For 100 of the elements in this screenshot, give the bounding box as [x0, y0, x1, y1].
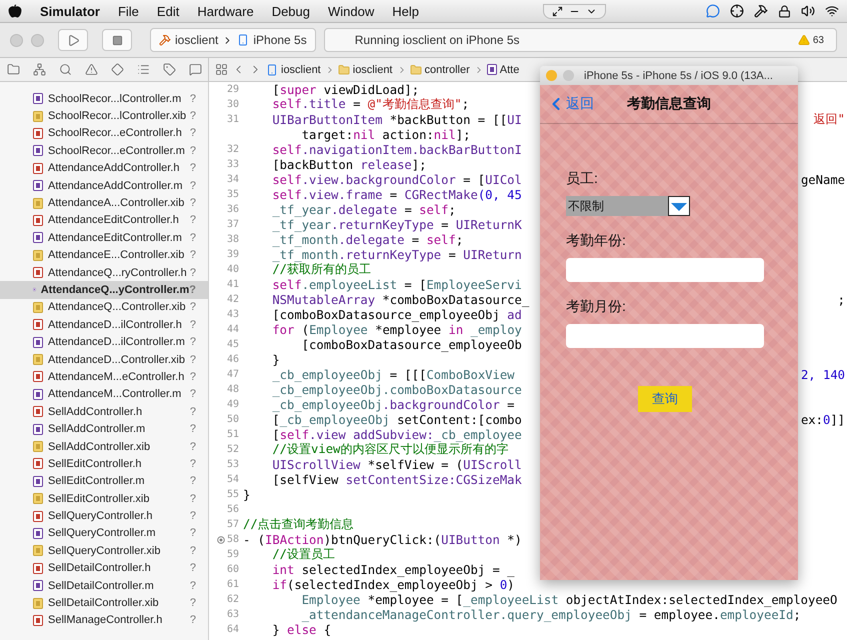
code-line: if(selectedIndex_employeeObj > 0) — [271, 578, 515, 592]
diamond-icon[interactable] — [110, 63, 124, 76]
window-close-dot[interactable] — [10, 34, 23, 46]
project-navigator-row[interactable]: SellManageController.h ? — [0, 612, 208, 630]
lock-icon[interactable] — [778, 4, 791, 18]
target-icon[interactable] — [730, 4, 744, 18]
project-navigator-row[interactable]: AttendanceQ...ryController.h ? — [0, 264, 208, 282]
project-navigator-row[interactable]: SellEditController.xib ? — [0, 490, 208, 508]
project-navigator-row[interactable]: SchoolRecor...eController.m ? — [0, 142, 208, 160]
project-navigator-row[interactable]: AttendanceQ...Controller.xib ? — [0, 298, 208, 316]
code-line: Employee *employee = [_employeeList objectAtIndex:selectedIndex_employeeO — [300, 592, 838, 606]
warning-icon[interactable] — [84, 63, 98, 76]
project-navigator-row[interactable]: AttendanceM...eController.h ? — [0, 368, 208, 386]
line-number: 52 — [226, 444, 239, 455]
scheme-selector[interactable]: iosclient iPhone 5s — [150, 28, 316, 52]
field-label: 考勤年份: — [566, 232, 627, 250]
project-navigator-row[interactable]: SellAddController.h ? — [0, 403, 208, 420]
volume-icon[interactable] — [801, 4, 815, 18]
chat-icon[interactable] — [706, 4, 720, 18]
file-icon — [33, 388, 43, 400]
line-number: 63 — [226, 609, 239, 620]
input-field[interactable] — [566, 324, 764, 348]
project-navigator-row[interactable]: SellQueryController.m ? — [0, 524, 208, 542]
project-navigator-row[interactable]: AttendanceEditController.h ? — [0, 212, 208, 230]
status-mark: ? — [190, 144, 196, 157]
code-line: [super viewDidLoad]; — [271, 82, 420, 96]
employee-dropdown[interactable]: 不限制 — [566, 196, 690, 216]
project-navigator-row[interactable]: SellEditController.m ? — [0, 472, 208, 490]
project-navigator-row[interactable]: SellEditController.h ? — [0, 455, 208, 473]
project-navigator-row[interactable]: AttendanceEditController.m ? — [0, 229, 208, 247]
file-icon — [33, 424, 43, 435]
project-navigator-row[interactable]: SchoolRecor...eController.h ? — [0, 124, 208, 142]
tag-icon[interactable] — [162, 63, 176, 76]
project-navigator-row[interactable]: SellDetailController.m ? — [0, 576, 208, 594]
apple-icon[interactable] — [8, 4, 22, 18]
status-mark: ? — [190, 527, 196, 540]
menu-item[interactable]: Debug — [272, 4, 310, 18]
menu-item[interactable]: Help — [392, 4, 419, 18]
code-fragment: geName — [800, 172, 846, 186]
zoom-dot[interactable] — [563, 70, 574, 81]
project-navigator-row[interactable]: AttendanceAddController.h ? — [0, 160, 208, 177]
project-navigator-row[interactable]: SellDetailController.xib ? — [0, 594, 208, 612]
project-navigator-row[interactable]: SellDetailController.h ? — [0, 560, 208, 577]
code-line: [comboBoxDatasource_employeeOb — [300, 338, 522, 352]
code-line: self.view.frame = CGRectMake(0, 45 — [271, 188, 522, 202]
menu-item[interactable]: Edit — [156, 4, 180, 18]
hierarchy-icon[interactable] — [32, 63, 46, 76]
menu-item[interactable]: Hardware — [197, 4, 254, 18]
project-navigator-row[interactable]: AttendanceAddController.m ? — [0, 176, 208, 194]
menu-item[interactable]: Simulator — [40, 4, 100, 18]
code-line: [comboBoxDatasource_employeeObj ad — [271, 308, 522, 322]
project-navigator-row[interactable]: SellQueryController.xib ? — [0, 542, 208, 560]
path-item[interactable]: iosclient — [352, 64, 392, 76]
wifi-icon[interactable] — [825, 4, 839, 18]
code-line: [selfView setContentSize:CGSizeMak — [271, 472, 522, 486]
project-navigator-row[interactable]: AttendanceD...ilController.m ? — [0, 333, 208, 351]
project-navigator-row[interactable]: AttendanceA...Controller.xib ? — [0, 194, 208, 212]
project-navigator-row[interactable]: SellQueryController.h ? — [0, 507, 208, 525]
line-number: 54 — [226, 474, 239, 485]
window-minimize-dot[interactable] — [31, 34, 44, 46]
project-navigator-row[interactable]: SellAddController.m ? — [0, 420, 208, 438]
status-mark: ? — [190, 458, 196, 470]
code-line: self.view.backgroundColor = [UICol — [271, 172, 522, 186]
file-icon — [33, 145, 43, 156]
file-icon — [33, 267, 43, 278]
status-mark: ? — [190, 423, 196, 436]
project-navigator-row[interactable]: SellAddController.xib ? — [0, 438, 208, 456]
project-navigator-row[interactable]: SchoolRecor...lController.xib ? — [0, 107, 208, 125]
grid-icon[interactable] — [215, 63, 228, 76]
run-button[interactable] — [58, 29, 88, 51]
path-item[interactable]: controller — [424, 64, 470, 76]
project-navigator-row[interactable]: AttendanceD...Controller.xib ? — [0, 350, 208, 368]
file-icon — [33, 528, 43, 539]
menu-item[interactable]: Window — [328, 4, 374, 18]
project-navigator-row[interactable]: AttendanceE...Controller.xib ? — [0, 246, 208, 264]
code-line: //点击查询考勤信息 — [243, 516, 354, 533]
path-item[interactable]: iosclient — [281, 64, 321, 76]
path-item[interactable]: Atte — [500, 64, 520, 76]
query-button[interactable]: 查询 — [638, 386, 692, 412]
file-name: SellDetailController.xib — [48, 597, 160, 610]
file-icon — [33, 198, 43, 209]
project-navigator-row[interactable]: SchoolRecor...lController.m ? — [0, 90, 208, 108]
stop-button[interactable] — [102, 29, 132, 51]
search-icon[interactable] — [58, 63, 72, 76]
message-icon[interactable] — [188, 63, 202, 76]
resize-icon[interactable] — [552, 6, 563, 16]
project-navigator-row[interactable]: AttendanceM...Controller.m ? — [0, 386, 208, 404]
menu-item[interactable]: File — [118, 4, 139, 18]
tool-icon[interactable] — [754, 4, 768, 18]
warning-count[interactable]: 63 — [812, 34, 824, 46]
status-mark: ? — [190, 110, 196, 122]
minimize-dot[interactable] — [546, 70, 557, 81]
line-number: 55 — [226, 489, 239, 500]
breakpoint-icon[interactable] — [216, 536, 225, 544]
input-field[interactable] — [566, 258, 764, 282]
file-name: AttendanceQ...yController.m — [40, 284, 190, 296]
folder-icon — [338, 64, 350, 76]
folder-icon[interactable] — [6, 63, 20, 76]
project-navigator-row[interactable]: AttendanceD...ilController.h ? — [0, 316, 208, 334]
project-navigator-row[interactable]: AttendanceQ...yController.m? — [0, 281, 208, 299]
